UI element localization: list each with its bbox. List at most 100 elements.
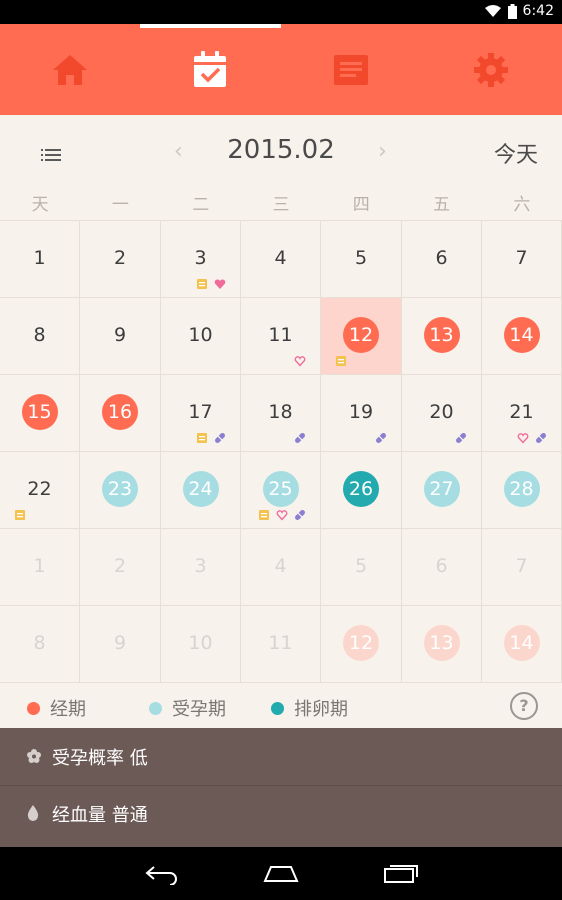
day-number: 13 [423,625,460,661]
day-number: 10 [188,324,213,346]
home-icon [53,54,87,85]
prev-month-arrow[interactable]: ‹ [174,139,183,164]
calendar-day-cell[interactable]: 4 [241,221,321,298]
tab-home[interactable] [0,24,140,115]
day-markers [335,351,347,366]
calendar-day-cell[interactable]: 1 [0,529,80,606]
calendar-day-cell[interactable]: 20 [402,375,482,452]
calendar-day-cell[interactable]: 15 [0,375,80,452]
weekday-label: 一 [111,195,129,215]
calendar-day-cell[interactable]: 16 [80,375,161,452]
calendar-day-cell[interactable]: 6 [402,221,482,298]
calendar-day-cell[interactable]: 24 [161,452,241,529]
calendar-day-cell[interactable]: 18 [241,375,321,452]
tab-settings[interactable] [421,24,561,115]
note-icon [196,429,208,443]
battery-icon [507,3,517,19]
calendar-day-cell[interactable]: 28 [482,452,562,529]
weekday-label: 三 [272,195,290,215]
calendar-day-cell[interactable]: 21 [482,375,562,452]
legend-period: 经期 [27,695,86,721]
back-icon[interactable] [144,863,180,885]
calendar-day-cell[interactable]: 13 [402,298,482,375]
day-number: 1 [33,555,46,577]
recent-apps-icon[interactable] [384,862,420,884]
calendar-day-cell[interactable]: 3 [161,221,241,298]
calendar-day-cell[interactable]: 11 [241,606,321,683]
day-number: 4 [274,247,287,269]
calendar-day-cell[interactable]: 9 [80,606,161,683]
note-list-icon [334,54,368,85]
day-number: 11 [268,324,293,346]
calendar-day-cell[interactable]: 2 [80,221,161,298]
day-number: 12 [343,317,379,353]
system-nav-bar [0,847,562,900]
calendar-day-cell[interactable]: 5 [321,529,402,606]
calendar-day-cell[interactable]: 7 [482,221,562,298]
gear-icon [474,52,508,87]
day-markers [294,428,306,443]
day-number: 2 [113,555,127,577]
day-number: 1 [33,247,46,269]
today-button[interactable]: 今天 [494,137,538,169]
clock: 6:42 [522,3,554,19]
pill-icon [214,429,226,443]
calendar-day-cell[interactable]: 9 [80,298,161,375]
calendar-day-cell[interactable]: 10 [161,298,241,375]
calendar-day-cell[interactable]: 25 [241,452,321,529]
weekday-label: 四 [352,195,370,215]
day-number: 17 [188,401,213,423]
pill-icon [375,429,387,443]
calendar-day-cell[interactable]: 6 [402,529,482,606]
calendar-day-cell[interactable]: 7 [482,529,562,606]
day-number: 16 [102,394,138,430]
day-number: 14 [503,625,540,661]
calendar-day-cell[interactable]: 23 [80,452,161,529]
calendar-day-cell[interactable]: 10 [161,606,241,683]
next-month-arrow[interactable]: › [378,139,387,164]
day-number: 13 [423,317,460,353]
day-number: 2 [113,247,127,269]
calendar-day-cell[interactable]: 8 [0,298,80,375]
day-number: 20 [429,401,454,423]
day-number: 21 [509,401,534,423]
tab-notes[interactable] [281,24,421,115]
calendar-day-cell[interactable]: 11 [241,298,321,375]
calendar-day-cell[interactable]: 12 [321,606,402,683]
calendar-day-cell[interactable]: 17 [161,375,241,452]
month-title: 2015.02 [227,135,335,165]
calendar-day-cell[interactable]: 5 [321,221,402,298]
legend-fertile: 受孕期 [149,695,226,721]
info-panel: 受孕概率 低 经血量 普通 [0,728,562,847]
home-nav-icon[interactable] [263,865,299,883]
tab-calendar[interactable] [140,24,280,115]
note-icon [14,506,26,520]
fertile-dot-icon [149,701,162,715]
menu-list-icon[interactable] [38,145,64,165]
day-number: 3 [194,555,207,577]
calendar-day-cell[interactable]: 13 [402,606,482,683]
calendar-day-cell[interactable]: 27 [402,452,482,529]
calendar-day-cell[interactable]: 22 [0,452,80,529]
day-number: 4 [274,555,287,577]
calendar-day-cell[interactable]: 14 [482,606,562,683]
day-markers [375,428,387,443]
calendar-day-cell[interactable]: 1 [0,221,80,298]
calendar-day-cell[interactable]: 3 [161,529,241,606]
day-number: 6 [435,555,448,577]
day-markers [455,428,467,443]
calendar-day-cell[interactable]: 2 [80,529,161,606]
heart-outline-icon [276,506,288,521]
calendar-day-cell[interactable]: 4 [241,529,321,606]
drop-icon [27,805,39,821]
calendar-day-cell[interactable]: 19 [321,375,402,452]
calendar-day-cell[interactable]: 12 [321,298,402,375]
calendar-day-cell[interactable]: 26 [321,452,402,529]
calendar-day-cell[interactable]: 8 [0,606,80,683]
calendar-day-cell[interactable]: 14 [482,298,562,375]
status-bar: 6:42 [0,0,562,24]
legend-ovulation-label: 排卵期 [294,699,348,720]
weekday-label: 天 [31,195,49,215]
help-icon[interactable]: ? [510,692,538,720]
day-number: 10 [188,632,213,654]
